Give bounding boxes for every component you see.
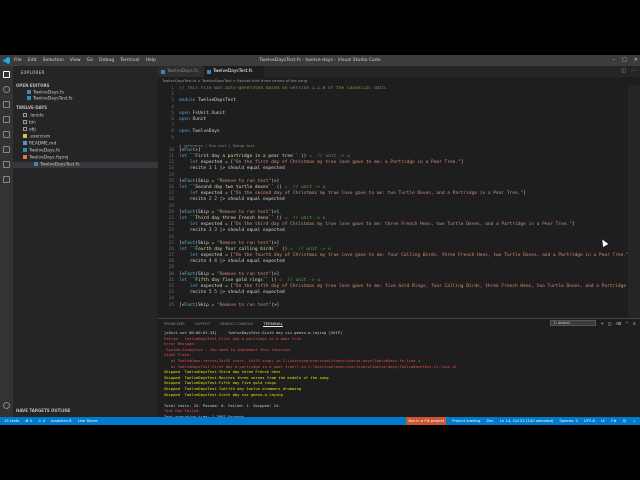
tab-twelvedaystest[interactable]: TwelveDaysTest.fs — [204, 66, 264, 77]
terminal-output[interactable]: [xUnit.net 00:00:01.33] TwelveDaysTest.S… — [164, 330, 634, 425]
split-terminal-icon[interactable]: ◫ — [608, 321, 612, 326]
explorer-icon[interactable] — [3, 71, 10, 78]
folder-header[interactable]: TWELVE-DAYS — [16, 105, 47, 110]
terminal-select[interactable]: 1: dotnet — [550, 320, 597, 326]
minimap[interactable] — [628, 86, 640, 318]
status-encoding[interactable]: UTF-8 — [584, 417, 595, 425]
window-controls: – □ ✕ — [613, 55, 638, 66]
minimize-icon[interactable]: – — [613, 55, 616, 66]
smiley-icon[interactable]: ☺ — [623, 417, 627, 425]
open-editor-item[interactable]: TwelveDaysTest.fs — [27, 96, 73, 102]
source-control-icon[interactable] — [3, 101, 10, 108]
status-eol[interactable]: LF — [601, 417, 605, 425]
fsharp-file-icon — [161, 70, 165, 74]
sidebar-title: EXPLORER — [21, 70, 45, 75]
tab-problems[interactable]: PROBLEMS — [164, 321, 185, 327]
bell-icon[interactable]: ♨ — [633, 417, 636, 425]
chevron-up-icon[interactable]: ⌃ — [625, 321, 628, 326]
panel-tabs: PROBLEMS OUTPUT DEBUG CONSOLE TERMINAL — [164, 321, 283, 327]
status-user[interactable]: Jonathan 8 — [51, 417, 71, 425]
search-icon[interactable] — [3, 86, 10, 93]
settings-gear-icon[interactable] — [3, 402, 10, 409]
debug-icon[interactable] — [3, 116, 10, 123]
window-title: TwelveDaysTest.fs - twelve-days - Visual… — [259, 58, 381, 63]
add-terminal-icon[interactable]: + — [600, 321, 603, 326]
trash-icon[interactable]: ⌫ — [616, 321, 622, 326]
status-indentation[interactable]: Spaces: 2 — [559, 417, 577, 425]
close-icon[interactable]: ✕ — [634, 55, 638, 66]
tab-output[interactable]: OUTPUT — [195, 321, 210, 327]
title-bar: File Edit Selection View Go Debug Termin… — [0, 55, 640, 66]
tree-file-exercism[interactable]: .exercism — [23, 134, 50, 140]
status-errors[interactable]: ⊗ 0 — [25, 417, 32, 425]
bottom-panel: PROBLEMS OUTPUT DEBUG CONSOLE TERMINAL 1… — [158, 318, 640, 425]
explorer-sidebar: EXPLORER OPEN EDITORS TwelveDays.fs Twel… — [13, 66, 158, 417]
activity-bar — [0, 66, 13, 417]
tree-folder-bin[interactable]: bin — [23, 120, 36, 126]
open-editors-header[interactable]: OPEN EDITORS — [16, 83, 49, 88]
tab-debug-console[interactable]: DEBUG CONSOLE — [220, 321, 253, 327]
split-editor-icon[interactable]: ◫ — [621, 68, 626, 74]
test-explorer-icon[interactable] — [3, 161, 10, 168]
code-line[interactable]: 35 [<Fact(Skip = "Remove to run test")>] — [158, 303, 628, 309]
tree-folder-ionide[interactable]: .ionide — [23, 113, 44, 119]
tree-folder-obj[interactable]: obj — [23, 127, 36, 133]
panel-controls: 1: dotnet + ◫ ⌫ ⌃ ✕ — [550, 320, 636, 326]
status-warnings[interactable]: ⚠ 0 — [38, 417, 45, 425]
editor-area: TwelveDays.fs TwelveDaysTest.fs ◫ ⋯ Twel… — [158, 66, 640, 318]
tree-file-readme[interactable]: README.md — [23, 141, 56, 147]
tree-file-twelvedays[interactable]: TwelveDays.fs — [23, 148, 60, 154]
status-cursor-position[interactable]: Ln 14, Col 22 (100 selected) — [500, 417, 554, 425]
status-tests[interactable]: 15 tests — [4, 417, 19, 425]
tab-terminal[interactable]: TERMINAL — [263, 321, 283, 327]
vscode-window: File Edit Selection View Go Debug Termin… — [0, 55, 640, 425]
code-text[interactable]: [<Fact(Skip = "Remove to run test")>] — [179, 303, 279, 309]
extensions-icon[interactable] — [3, 131, 10, 138]
status-live-share[interactable]: Live Share — [78, 417, 98, 425]
code-editor[interactable]: 1// This file was auto-generated based o… — [158, 86, 628, 318]
close-panel-icon[interactable]: ✕ — [633, 321, 636, 326]
editor-actions: ◫ ⋯ — [621, 68, 636, 74]
fsharp-icon[interactable] — [3, 176, 10, 183]
more-actions-icon[interactable]: ⋯ — [631, 68, 636, 74]
outline-header[interactable]: HAVE TARGETS OUTLINE — [16, 408, 71, 413]
tab-twelvedays[interactable]: TwelveDays.fs — [158, 66, 204, 77]
status-language[interactable]: F# — [611, 417, 616, 425]
status-project-loading: Project loading — [452, 418, 481, 423]
fsharp-file-icon — [207, 70, 211, 74]
line-number: 35 — [168, 302, 174, 308]
breadcrumb[interactable]: TwelveDaysTest.fs > TwelveDaysTest > Rec… — [158, 77, 640, 85]
status-bar: 15 tests ⊗ 0 ⚠ 0 Jonathan 8 Live Share N… — [0, 417, 640, 425]
live-share-icon[interactable] — [3, 146, 10, 153]
status-fsharp-project[interactable]: Not in a F# project — [406, 417, 447, 425]
tree-file-twelvedaystest[interactable]: TwelveDaysTest.fs — [13, 162, 158, 168]
maximize-icon[interactable]: □ — [622, 55, 627, 66]
status-zen[interactable]: Zen — [486, 417, 493, 425]
tree-file-fsproj[interactable]: TwelveDays.fsproj — [23, 155, 68, 161]
editor-tabs: TwelveDays.fs TwelveDaysTest.fs ◫ ⋯ — [158, 66, 640, 77]
